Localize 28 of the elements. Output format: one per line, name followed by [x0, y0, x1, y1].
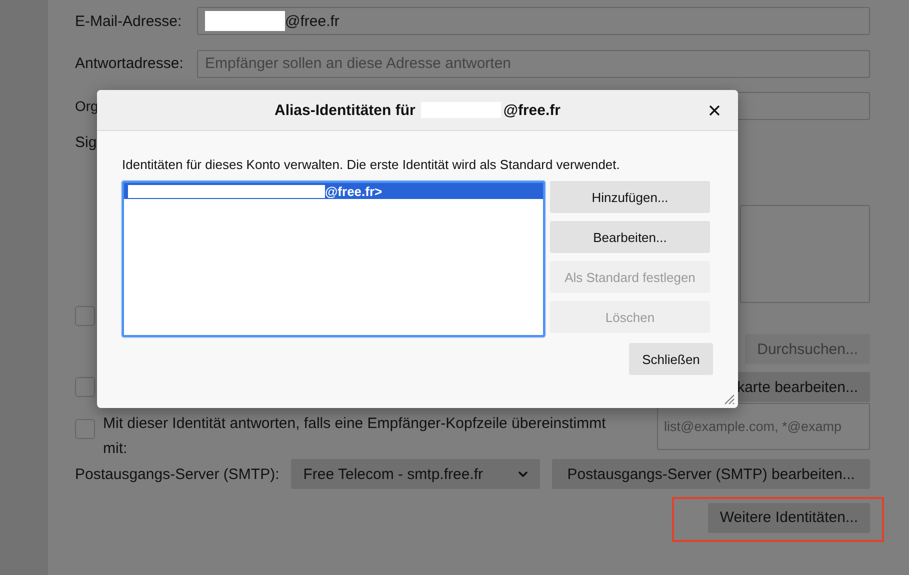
- close-button[interactable]: Schließen: [629, 343, 713, 375]
- checkbox[interactable]: [75, 419, 95, 439]
- dialog-title: @free.fr: [503, 102, 560, 118]
- organization-field[interactable]: [735, 92, 870, 120]
- field-label: Antwortadresse:: [75, 55, 184, 72]
- email-field[interactable]: @free.fr: [197, 7, 870, 35]
- address-field[interactable]: list@example.com, *@examp: [657, 403, 870, 450]
- checkbox-label: Mit dieser Identität antworten, falls eine Empfänger-Kopfzeile übereinstimmt: [103, 415, 607, 432]
- field-label: E-Mail-Adresse:: [75, 12, 183, 30]
- dialog-description: Identitäten für dieses Konto verwalten. Die erste Identität wird als Standard verwendet.: [122, 157, 621, 172]
- checkbox[interactable]: [75, 306, 95, 326]
- field-label: Sig: [75, 134, 97, 150]
- smtp-dropdown[interactable]: Free Telecom - smtp.free.fr: [291, 459, 540, 489]
- identity-list[interactable]: @free.fr>: [122, 181, 545, 337]
- field-label: Postausgangs-Server (SMTP):: [75, 466, 280, 482]
- dialog-button[interactable]: Bearbeiten...: [550, 221, 710, 253]
- smtp-edit-button[interactable]: Postausgangs-Server (SMTP) bearbeiten...: [552, 459, 870, 489]
- reply-to-field[interactable]: Empfänger sollen an diese Adresse antworten: [197, 50, 870, 78]
- chevron-icon: [518, 471, 528, 477]
- dialog-button[interactable]: Hinzufügen...: [550, 181, 710, 213]
- identity-item[interactable]: @free.fr>: [124, 183, 543, 199]
- dialog-title: Alias-Identitäten für: [274, 102, 416, 118]
- email-text: @free.fr: [285, 12, 340, 30]
- checkbox-label: mit:: [103, 440, 128, 457]
- more-identities-button[interactable]: Weitere Identitäten...: [708, 502, 870, 532]
- signature-field[interactable]: [740, 205, 870, 303]
- resize-grip-icon[interactable]: [723, 393, 735, 405]
- checkbox[interactable]: [75, 377, 95, 397]
